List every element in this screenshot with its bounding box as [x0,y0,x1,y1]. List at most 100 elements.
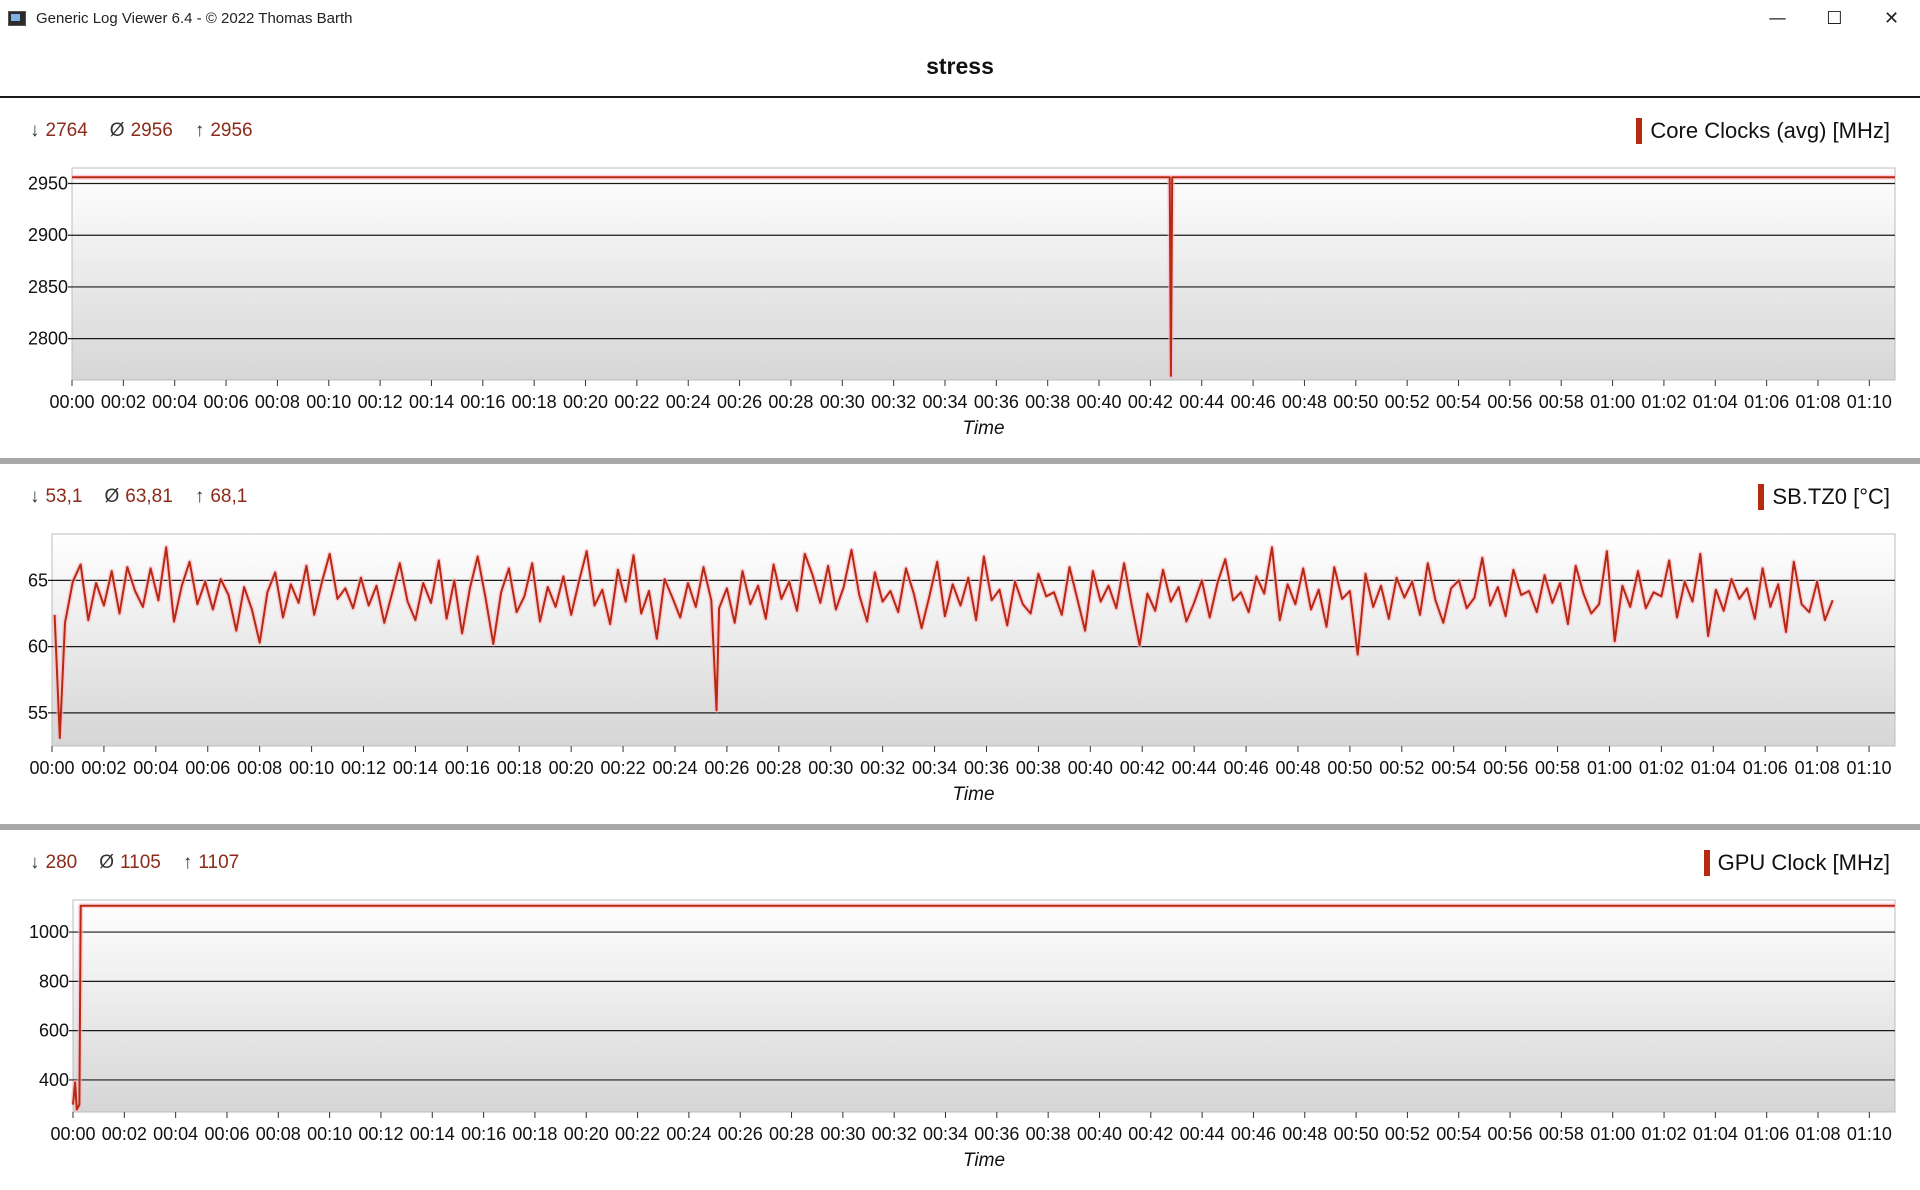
gpu-clock-chart[interactable]: 1000 800 600 400 00:00 00:02 00:04 00:06 00:08 00… [0,830,1920,1190]
x-tick-label: 01:06 [1744,392,1789,412]
y-tick-label: 2800 [28,329,68,349]
y-tick-label: 2900 [28,225,68,245]
x-tick-label: 00:40 [1077,1124,1122,1144]
close-button[interactable]: ✕ [1863,0,1920,36]
x-tick-label: 00:22 [601,758,646,778]
x-tick-label: 01:02 [1641,392,1686,412]
x-tick-label: 00:24 [652,758,697,778]
x-tick-label: 00:12 [358,1124,403,1144]
document-header: stress [0,36,1920,98]
x-tick-label: 00:22 [614,392,659,412]
x-tick-label: 00:48 [1282,1124,1327,1144]
series-legend: SB.TZ0 [°C] [1758,484,1890,510]
x-tick-label: 00:58 [1539,1124,1584,1144]
x-tick-label: 00:50 [1333,392,1378,412]
x-tick-label: 00:20 [564,1124,609,1144]
x-tick-label: 01:00 [1587,758,1632,778]
chart-panel-temperature[interactable]: 65 60 55 00:00 00:02 00:04 00:06 00:08 00:10 00:1… [0,464,1920,824]
x-tick-label: 00:54 [1431,758,1476,778]
core-clocks-chart[interactable]: 2950 2900 2850 2800 00:00 00:02 00:04 00:06 00:0… [0,98,1920,458]
temperature-chart[interactable]: 65 60 55 00:00 00:02 00:04 00:06 00:08 00:10 00:1… [0,464,1920,824]
stats-row: ↓ 53,1 Ø 63,81 ↑ 68,1 [30,486,247,508]
x-tick-label: 01:02 [1639,758,1684,778]
x-tick-label: 00:48 [1282,392,1327,412]
avg-symbol-icon: Ø [109,120,125,141]
x-tick-label: 01:08 [1795,1124,1840,1144]
chart-panel-gpu-clock[interactable]: 1000 800 600 400 00:00 00:02 00:04 00:06 00:08 00… [0,830,1920,1190]
x-tick-label: 00:38 [1016,758,1061,778]
x-tick-label: 00:16 [461,1124,506,1144]
y-tick-label: 2950 [28,174,68,194]
x-tick-label: 00:54 [1436,392,1481,412]
x-tick-label: 00:10 [307,1124,352,1144]
x-tick-label: 00:28 [756,758,801,778]
x-tick-label: 00:54 [1436,1124,1481,1144]
x-tick-label: 00:40 [1077,392,1122,412]
x-tick-label: 00:36 [964,758,1009,778]
x-tick-label: 00:14 [410,1124,455,1144]
stats-row: ↓ 2764 Ø 2956 ↑ 2956 [30,120,253,142]
x-tick-label: 00:34 [923,1124,968,1144]
x-tick-label: 00:56 [1483,758,1528,778]
x-tick-label: 00:56 [1487,392,1532,412]
x-tick-label: 00:00 [49,392,94,412]
x-tick-label: 00:46 [1231,1124,1276,1144]
stat-max: ↑ 1107 [183,852,239,874]
window-titlebar: Generic Log Viewer 6.4 - © 2022 Thomas B… [0,0,1920,37]
x-tick-label: 01:06 [1743,758,1788,778]
x-tick-label: 00:18 [497,758,542,778]
x-tick-label: 00:42 [1128,392,1173,412]
stat-avg-value: 1105 [119,852,161,873]
x-tick-label: 00:14 [409,392,454,412]
x-tick-label: 00:24 [666,1124,711,1144]
series-legend: GPU Clock [MHz] [1703,850,1890,876]
y-tick-label: 55 [28,703,48,723]
x-tick-label: 01:04 [1691,758,1736,778]
series-legend: Core Clocks (avg) [MHz] [1636,118,1890,144]
y-tick-label: 65 [28,570,48,590]
x-tick-label: 00:38 [1025,392,1070,412]
maximize-button[interactable]: ☐ [1806,0,1863,36]
stat-min: ↓ 2764 [30,120,88,142]
stat-avg: Ø 1105 [99,852,161,874]
x-tick-label: 00:02 [101,392,146,412]
avg-symbol-icon: Ø [99,852,114,873]
x-tick-label: 00:40 [1068,758,1113,778]
x-tick-label: 01:04 [1693,1124,1738,1144]
stats-row: ↓ 280 Ø 1105 ↑ 1107 [30,852,239,874]
x-tick-label: 00:22 [615,1124,660,1144]
x-tick-label: 00:10 [289,758,334,778]
x-tick-label: 00:32 [871,392,916,412]
minimize-button[interactable]: — [1749,0,1806,36]
y-tick-label: 2850 [28,277,68,297]
x-tick-label: 00:34 [912,758,957,778]
x-tick-label: 00:08 [255,392,300,412]
min-arrow-icon: ↓ [30,120,40,141]
x-tick-label: 00:44 [1180,1124,1225,1144]
x-tick-label: 01:06 [1744,1124,1789,1144]
x-tick-label: 01:00 [1590,392,1635,412]
stat-max-value: 2956 [210,120,253,141]
x-tick-label: 00:56 [1488,1124,1533,1144]
stat-avg-value: 2956 [130,120,173,141]
x-tick-label: 01:10 [1847,392,1892,412]
stat-min-value: 53,1 [45,486,83,507]
chart-panel-core-clocks[interactable]: 2950 2900 2850 2800 00:00 00:02 00:04 00:06 00:0… [0,98,1920,458]
x-tick-label: 00:30 [808,758,853,778]
x-tick-label: 00:50 [1334,1124,1379,1144]
x-tick-label: 00:32 [872,1124,917,1144]
x-tick-label: 00:00 [29,758,74,778]
document-title: stress [926,52,994,79]
x-tick-label: 00:06 [204,1124,249,1144]
x-tick-label: 00:00 [50,1124,95,1144]
window-controls: — ☐ ✕ [1749,0,1920,36]
x-tick-label: 00:20 [563,392,608,412]
min-arrow-icon: ↓ [30,852,40,873]
x-tick-label: 00:12 [358,392,403,412]
x-tick-label: 00:58 [1539,392,1584,412]
stat-avg: Ø 63,81 [104,486,172,508]
x-tick-label: 00:46 [1224,758,1269,778]
x-tick-label: 00:52 [1385,1124,1430,1144]
x-tick-label: 00:08 [256,1124,301,1144]
x-tick-label: 00:58 [1535,758,1580,778]
